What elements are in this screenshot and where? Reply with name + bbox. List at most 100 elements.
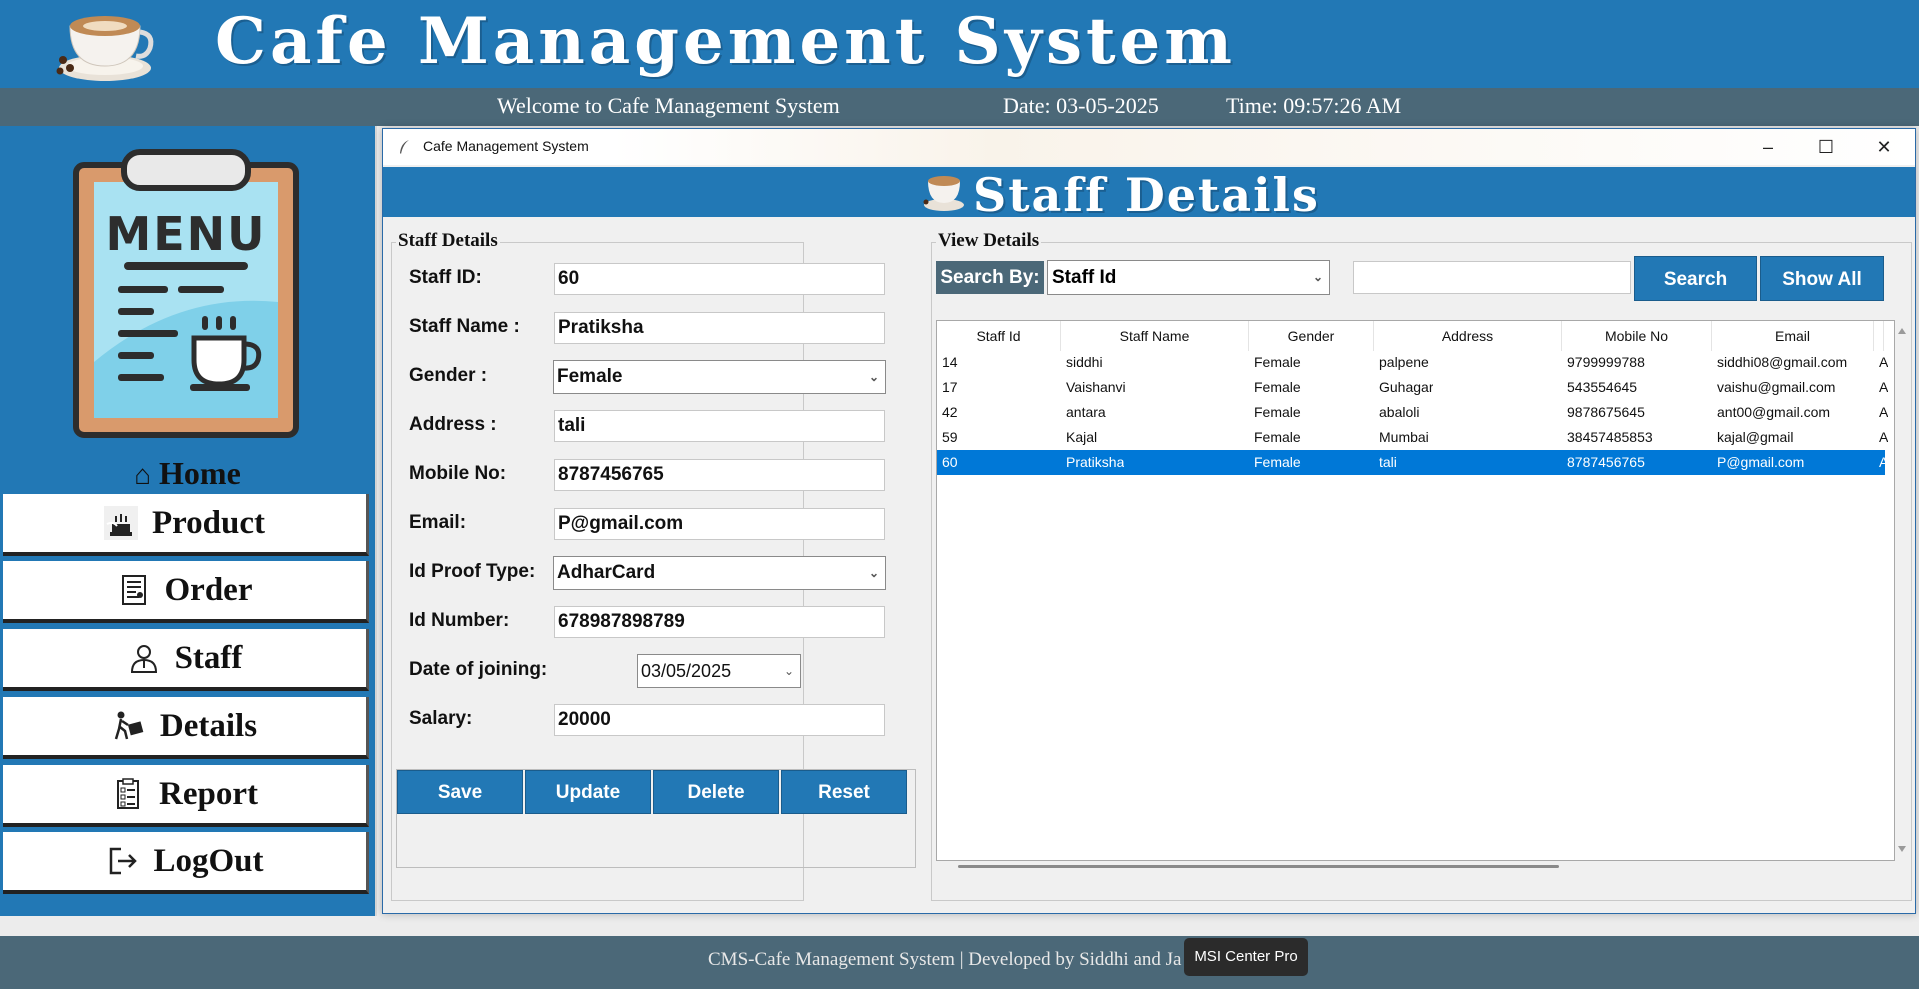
address-field[interactable]: tali [554, 410, 885, 442]
nav-order-label: Order [164, 571, 253, 608]
delete-button[interactable]: Delete [653, 770, 779, 814]
cell-gender: Female [1254, 354, 1301, 370]
nav-staff-button[interactable]: Staff [3, 629, 369, 691]
search-button[interactable]: Search [1634, 256, 1757, 301]
cell-gender: Female [1254, 379, 1301, 395]
column-header-mobile[interactable]: Mobile No [1562, 321, 1712, 351]
search-by-value: Staff Id [1052, 267, 1117, 288]
vertical-scrollbar[interactable] [1895, 320, 1909, 861]
horizontal-scrollbar[interactable] [958, 865, 1559, 868]
cell-staff-name: Pratiksha [1066, 454, 1125, 470]
gender-value: Female [557, 366, 623, 387]
cell-gender: Female [1254, 404, 1301, 420]
table-row[interactable]: 59 Kajal Female Mumbai 38457485853 kajal… [937, 425, 1888, 450]
update-button[interactable]: Update [525, 770, 651, 814]
user-icon [130, 645, 157, 673]
search-by-label: Search By: [936, 261, 1044, 294]
nav-logout-label: LogOut [153, 842, 264, 879]
cell-truncated: A [1879, 454, 1889, 470]
home-link[interactable]: ⌂ Home [0, 453, 375, 493]
cell-gender: Female [1254, 429, 1301, 445]
window-title: Cafe Management System [423, 138, 589, 154]
nav-staff-label: Staff [174, 639, 243, 676]
table-row[interactable]: 42 antara Female abaloli 9878675645 ant0… [937, 400, 1888, 425]
table-row-selected[interactable]: 60 Pratiksha Female tali 8787456765 P@gm… [937, 450, 1889, 475]
id-proof-value: AdharCard [557, 562, 656, 583]
chevron-down-icon: ⌄ [783, 664, 794, 678]
nav-product-button[interactable]: Product [3, 494, 369, 556]
column-header-email[interactable]: Email [1712, 321, 1874, 351]
id-proof-select[interactable]: AdharCard ⌄ [553, 556, 886, 590]
footer-text: CMS-Cafe Management System | Developed b… [708, 949, 1182, 970]
search-input[interactable] [1353, 261, 1631, 294]
nav-report-button[interactable]: Report [3, 765, 369, 827]
doj-value: 03/05/2025 [641, 661, 732, 681]
nav-details-label: Details [159, 707, 258, 744]
cell-email: kajal@gmail [1717, 429, 1794, 445]
reset-button[interactable]: Reset [781, 770, 907, 814]
email-label: Email: [409, 512, 467, 533]
nav-order-button[interactable]: Order [3, 561, 369, 623]
cell-address: tali [1379, 454, 1397, 470]
id-proof-label: Id Proof Type: [409, 561, 536, 582]
cell-email: vaishu@gmail.com [1717, 379, 1836, 395]
staff-id-label: Staff ID: [409, 267, 482, 288]
search-by-select[interactable]: Staff Id ⌄ [1047, 260, 1330, 295]
column-header-address[interactable]: Address [1374, 321, 1562, 351]
address-label: Address : [409, 414, 497, 435]
app-title: Cafe Management System [215, 4, 1236, 79]
save-button[interactable]: Save [397, 770, 523, 814]
cell-email: P@gmail.com [1717, 454, 1805, 470]
email-field[interactable]: P@gmail.com [554, 508, 885, 540]
cell-address: Mumbai [1379, 429, 1429, 445]
coffee-cup-icon [923, 176, 964, 211]
menu-board-icon: MENU [73, 149, 299, 438]
staff-table: Staff Id Staff Name Gender Address Mobil… [936, 320, 1895, 861]
staff-name-field[interactable]: Pratiksha [554, 312, 885, 344]
svg-text:MENU: MENU [105, 207, 266, 261]
cake-icon [103, 506, 138, 540]
welcome-text: Welcome to Cafe Management System [497, 93, 840, 118]
time-text: Time: 09:57:26 AM [1226, 93, 1402, 118]
column-header-gender[interactable]: Gender [1249, 321, 1374, 351]
table-row[interactable]: 14 siddhi Female palpene 9799999788 sidd… [937, 350, 1889, 375]
chevron-down-icon: ⌄ [868, 370, 879, 384]
cell-mobile: 9799999788 [1567, 354, 1645, 370]
cell-truncated: A [1879, 354, 1889, 370]
feather-icon [400, 140, 409, 154]
nav-details-button[interactable]: Details [3, 697, 369, 759]
maximize-button[interactable]: ☐ [1799, 133, 1853, 161]
cell-mobile: 543554645 [1567, 379, 1638, 395]
mobile-field[interactable]: 8787456765 [554, 459, 885, 491]
staff-id-field[interactable]: 60 [554, 263, 885, 295]
cell-address: abaloli [1379, 404, 1420, 420]
cell-email: siddhi08@gmail.com [1717, 354, 1848, 370]
app-header: Cafe Management System [0, 0, 1919, 88]
page-banner: Staff Details [383, 167, 1915, 222]
gender-select[interactable]: Female ⌄ [553, 360, 886, 394]
cell-staff-id: 42 [942, 404, 958, 420]
table-row[interactable]: 17 Vaishanvi Female Guhagar 543554645 va… [937, 375, 1888, 400]
cell-mobile: 9878675645 [1567, 404, 1645, 420]
logout-icon [110, 847, 138, 875]
salary-field[interactable]: 20000 [554, 704, 885, 736]
minimize-button[interactable]: – [1741, 133, 1795, 161]
chevron-down-icon: ⌄ [868, 566, 879, 580]
cell-staff-id: 59 [942, 429, 958, 445]
id-number-field[interactable]: 678987898789 [554, 606, 885, 638]
nav-product-label: Product [151, 504, 266, 541]
cell-address: Guhagar [1379, 379, 1434, 395]
cell-staff-id: 17 [942, 379, 958, 395]
close-button[interactable]: ✕ [1857, 133, 1911, 161]
cell-email: ant00@gmail.com [1717, 404, 1831, 420]
column-header-staff-id[interactable]: Staff Id [937, 321, 1061, 351]
doj-date-picker[interactable]: 03/05/2025 ⌄ [637, 654, 801, 688]
cell-staff-name: Vaishanvi [1066, 379, 1126, 395]
window-titlebar[interactable]: Cafe Management System – ☐ ✕ [383, 129, 1915, 165]
show-all-button[interactable]: Show All [1760, 256, 1884, 301]
cell-mobile: 8787456765 [1567, 454, 1645, 470]
staff-name-label: Staff Name : [409, 316, 520, 337]
nav-logout-button[interactable]: LogOut [3, 832, 369, 894]
cell-address: palpene [1379, 354, 1429, 370]
column-header-staff-name[interactable]: Staff Name [1061, 321, 1249, 351]
